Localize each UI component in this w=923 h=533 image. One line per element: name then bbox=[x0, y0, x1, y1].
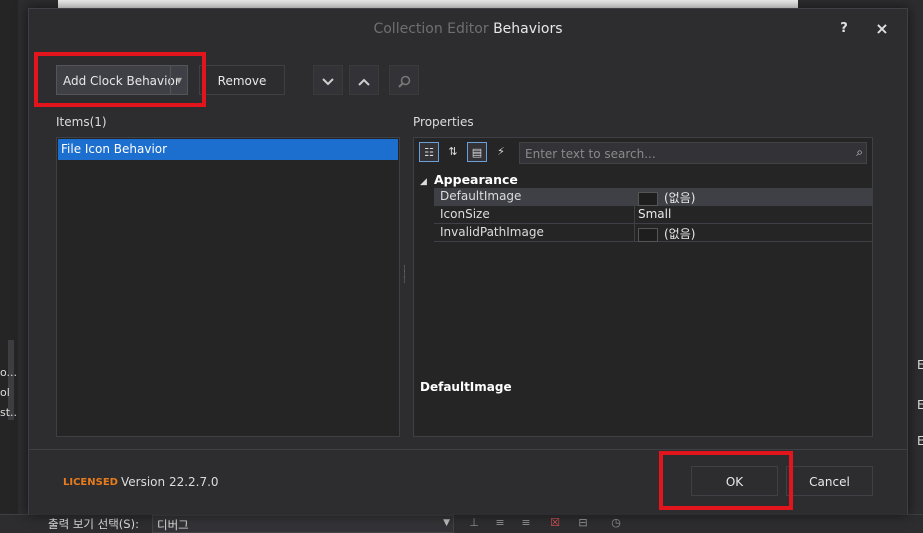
properties-view-icon[interactable]: ▤ bbox=[467, 142, 487, 162]
dialog-title: Collection Editor Behaviors bbox=[29, 21, 907, 37]
property-value[interactable]: Small bbox=[638, 207, 671, 221]
background-left-text: st... bbox=[0, 406, 16, 419]
list-item[interactable]: File Icon Behavior bbox=[58, 139, 398, 160]
dialog-footer: LICENSED Version 22.2.7.0 OK Cancel bbox=[29, 449, 907, 514]
property-value-text: (없음) bbox=[664, 227, 696, 241]
items-header: Items(1) bbox=[56, 115, 107, 129]
background-left-text: o... bbox=[0, 366, 16, 379]
dialog-titlebar[interactable]: Collection Editor Behaviors ? × bbox=[29, 9, 907, 49]
next-message-icon[interactable]: ≡ bbox=[518, 516, 534, 530]
search-button[interactable] bbox=[389, 65, 419, 95]
dialog-title-prefix: Collection Editor bbox=[373, 21, 489, 37]
background-right-letter: E bbox=[917, 358, 923, 372]
output-select-value: 디버그 bbox=[157, 518, 189, 532]
remove-button[interactable]: Remove bbox=[199, 65, 285, 95]
category-appearance[interactable]: ◢ Appearance bbox=[420, 172, 518, 187]
cancel-button[interactable]: Cancel bbox=[786, 466, 873, 496]
grid-divider bbox=[634, 206, 635, 224]
help-button[interactable]: ? bbox=[834, 21, 854, 39]
property-row-invalidpathimage[interactable]: InvalidPathImage (없음) bbox=[434, 224, 872, 242]
property-value-text: (없음) bbox=[664, 191, 696, 205]
move-down-button[interactable] bbox=[313, 65, 343, 95]
ok-button[interactable]: OK bbox=[691, 466, 778, 496]
background-right-letter: E bbox=[917, 434, 923, 448]
background-left-text: ol bbox=[0, 386, 10, 399]
dialog-title-main: Behaviors bbox=[493, 21, 563, 37]
output-select-label: 출력 보기 선택(S): bbox=[48, 517, 139, 531]
clock-icon[interactable]: ◷ bbox=[608, 516, 624, 530]
property-name: DefaultImage bbox=[440, 189, 522, 203]
properties-search-input[interactable] bbox=[523, 145, 847, 163]
prev-message-icon[interactable]: ≡ bbox=[492, 516, 508, 530]
panel-splitter[interactable]: ⁞ ⁞ ⁞ bbox=[403, 265, 408, 286]
goto-line-icon[interactable]: ⊥ bbox=[466, 516, 482, 530]
output-select[interactable]: 디버그 ▼ bbox=[152, 515, 454, 533]
version-label: Version 22.2.7.0 bbox=[121, 475, 219, 489]
property-row-iconsize[interactable]: IconSize Small bbox=[434, 206, 872, 224]
chevron-up-icon bbox=[358, 78, 370, 86]
image-swatch bbox=[638, 227, 658, 242]
image-swatch bbox=[638, 191, 658, 206]
search-icon[interactable]: ⌕ bbox=[856, 145, 863, 160]
collapse-triangle-icon[interactable]: ◢ bbox=[420, 177, 434, 187]
property-description-title: DefaultImage bbox=[420, 380, 512, 394]
property-name: IconSize bbox=[440, 207, 490, 221]
chevron-down-icon bbox=[322, 77, 334, 85]
collection-editor-dialog: Collection Editor Behaviors ? × Add Cloc… bbox=[28, 8, 908, 514]
close-button[interactable]: × bbox=[872, 19, 892, 38]
dropdown-arrow-icon[interactable]: ▼ bbox=[170, 66, 187, 94]
clear-all-icon[interactable]: ☒ bbox=[547, 516, 563, 530]
chevron-down-icon: ▼ bbox=[443, 518, 450, 528]
category-label: Appearance bbox=[434, 172, 518, 187]
properties-header: Properties bbox=[413, 115, 474, 129]
property-row-defaultimage[interactable]: DefaultImage (없음) bbox=[434, 188, 872, 206]
editor-toolbar: Add Clock Behavior ▼ Remove bbox=[33, 51, 907, 111]
property-name: InvalidPathImage bbox=[440, 225, 544, 239]
alphabetical-sort-icon[interactable]: ⇅ bbox=[443, 142, 463, 162]
background-left-panel bbox=[0, 0, 18, 532]
grid-divider bbox=[634, 188, 635, 206]
word-wrap-icon[interactable]: ⊟ bbox=[575, 516, 591, 530]
licensed-badge: LICENSED bbox=[63, 477, 118, 488]
add-clock-behavior-button[interactable]: Add Clock Behavior ▼ bbox=[56, 65, 188, 95]
search-icon bbox=[397, 75, 410, 88]
events-lightning-icon[interactable]: ⚡ bbox=[491, 142, 511, 162]
categorized-view-icon[interactable]: ☷ bbox=[419, 142, 439, 162]
properties-search[interactable]: ⌕ bbox=[519, 142, 867, 164]
property-value[interactable]: (없음) bbox=[638, 225, 695, 242]
background-right-panel bbox=[906, 0, 923, 532]
properties-grid: ☷ ⇅ ▤ ⚡ ⌕ ◢Appearance DefaultImage (없음) … bbox=[413, 137, 873, 437]
add-button-label: Add Clock Behavior bbox=[63, 74, 180, 88]
grid-divider bbox=[634, 224, 635, 242]
items-list[interactable]: File Icon Behavior bbox=[56, 137, 400, 437]
property-value[interactable]: (없음) bbox=[638, 189, 695, 206]
background-right-letter: E bbox=[917, 398, 923, 412]
move-up-button[interactable] bbox=[349, 65, 379, 95]
